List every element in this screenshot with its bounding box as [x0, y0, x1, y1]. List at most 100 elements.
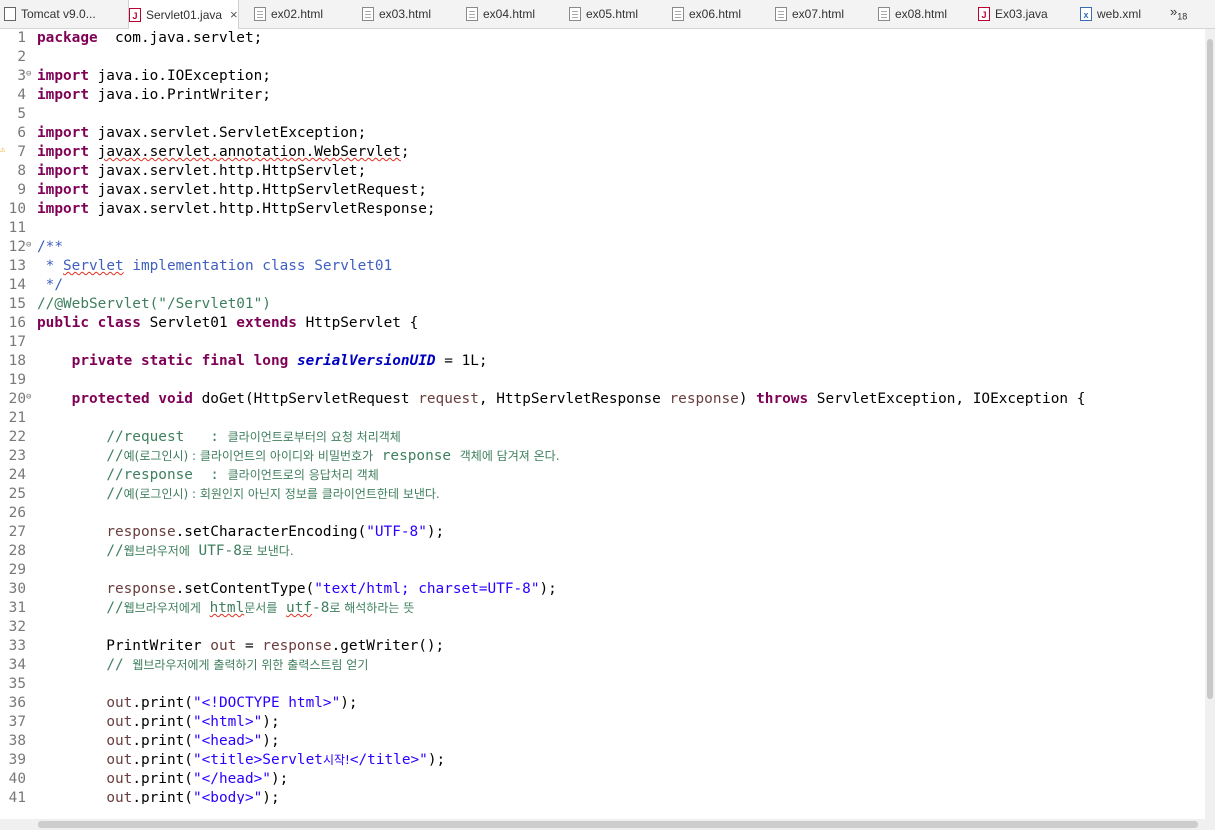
code-token: */	[37, 277, 63, 293]
line-code: out.print("<title>Servlet시작!</title>");	[37, 751, 445, 770]
code-token: , HttpServletResponse	[478, 391, 670, 407]
line-number: 12	[8, 239, 26, 255]
code-line[interactable]: 28 //웹브라우저에 UTF-8로 보낸다.	[0, 542, 1205, 561]
code-line[interactable]: 22 //request : 클라이언트로부터의 요청 처리객체	[0, 428, 1205, 447]
tab-overflow-button[interactable]: »18	[1170, 4, 1187, 22]
code-line[interactable]: 15 //@WebServlet("/Servlet01")	[0, 295, 1205, 314]
line-code: * Servlet implementation class Servlet01	[37, 257, 393, 276]
tab-servlet01-java[interactable]: J Servlet01.java ×	[128, 0, 239, 29]
line-code: /**	[37, 238, 63, 257]
code-line[interactable]: 24 //response : 클라이언트로의 응답처리 객체	[0, 466, 1205, 485]
vertical-scrollbar[interactable]	[1205, 29, 1215, 819]
tab-ex03-html[interactable]: ex03.html	[362, 0, 431, 28]
code-line[interactable]: 13 * Servlet implementation class Servle…	[0, 257, 1205, 276]
horizontal-scrollbar[interactable]	[0, 819, 1215, 830]
warning-icon[interactable]: ⚠	[0, 143, 10, 157]
fold-toggle-icon[interactable]: ⊖	[26, 67, 36, 81]
code-token: )	[738, 391, 757, 407]
code-token: javax.servlet.http.HttpServlet;	[88, 163, 367, 179]
code-line[interactable]: 26	[0, 504, 1205, 523]
tab-ex08-html[interactable]: ex08.html	[878, 0, 947, 28]
code-token: .print(	[132, 771, 193, 787]
code-line[interactable]: 14 */	[0, 276, 1205, 295]
code-line[interactable]: 29	[0, 561, 1205, 580]
tab-ex04-html[interactable]: ex04.html	[466, 0, 535, 28]
code-line[interactable]: 20 ⊖ protected void doGet(HttpServletRequ…	[0, 390, 1205, 409]
code-line[interactable]: 7 ⚠ import javax.servlet.annotation.WebSer…	[0, 143, 1205, 162]
code-line[interactable]: 30 response.setContentType("text/html; c…	[0, 580, 1205, 599]
code-token: </title>"	[349, 752, 428, 768]
tab-ex06-html[interactable]: ex06.html	[672, 0, 741, 28]
code-token: response	[373, 448, 460, 464]
code-line[interactable]: 37 out.print("<html>");	[0, 713, 1205, 732]
line-code: */	[37, 276, 63, 295]
code-token: 객체에 담겨져 온다.	[459, 449, 560, 463]
code-token: final	[201, 353, 245, 369]
code-line[interactable]: 41 out.print("<body>");	[0, 789, 1205, 804]
horizontal-scroll-thumb[interactable]	[38, 821, 1198, 828]
code-line[interactable]: 25 //예(로그인시) : 회원인지 아닌지 정보를 클라이언트한테 보낸다.	[0, 485, 1205, 504]
code-token: );	[262, 714, 280, 730]
code-token: response	[262, 638, 332, 654]
line-number: 27	[8, 524, 26, 540]
code-token: 문서를	[244, 601, 278, 615]
code-line[interactable]: 35	[0, 675, 1205, 694]
code-line[interactable]: 40 out.print("</head>");	[0, 770, 1205, 789]
code-line[interactable]: 32	[0, 618, 1205, 637]
tab-label: ex07.html	[792, 7, 845, 21]
code-token: response	[106, 524, 176, 540]
code-editor[interactable]: 1 package com.java.servlet; 2 3 ⊖ import java…	[0, 29, 1205, 804]
code-line[interactable]: 21	[0, 409, 1205, 428]
code-line[interactable]: 1 package com.java.servlet;	[0, 29, 1205, 48]
code-line[interactable]: 16 public class Servlet01 extends HttpSer…	[0, 314, 1205, 333]
tab-ex05-html[interactable]: ex05.html	[569, 0, 638, 28]
code-line[interactable]: 39 out.print("<title>Servlet시작!</title>"…	[0, 751, 1205, 770]
code-line[interactable]: 18 private static final long serialVersi…	[0, 352, 1205, 371]
code-line[interactable]: 33 PrintWriter out = response.getWriter(…	[0, 637, 1205, 656]
code-line[interactable]: 36 out.print("<!DOCTYPE html>");	[0, 694, 1205, 713]
code-token: utf	[286, 600, 313, 616]
tab-ex07-html[interactable]: ex07.html	[775, 0, 844, 28]
code-line[interactable]: 9 import javax.servlet.http.HttpServletRe…	[0, 181, 1205, 200]
code-line[interactable]: 31 //웹브라우저에게 html문서를 utf-8로 해석하라는 뜻	[0, 599, 1205, 618]
code-token: private	[71, 353, 133, 369]
code-line[interactable]: 5	[0, 105, 1205, 124]
code-token: );	[427, 752, 446, 768]
code-line[interactable]: 2	[0, 48, 1205, 67]
code-line[interactable]: 19	[0, 371, 1205, 390]
tab-ex02-html[interactable]: ex02.html	[254, 0, 323, 28]
code-line[interactable]: 23 //예(로그인시) : 클라이언트의 아이디와 비밀번호가 respons…	[0, 447, 1205, 466]
code-line[interactable]: 38 out.print("<head>");	[0, 732, 1205, 751]
code-line[interactable]: 3 ⊖ import java.io.IOException;	[0, 67, 1205, 86]
code-line[interactable]: 27 response.setCharacterEncoding("UTF-8"…	[0, 523, 1205, 542]
code-token: out	[106, 733, 133, 749]
code-line[interactable]: 8 import javax.servlet.http.HttpServlet;	[0, 162, 1205, 181]
tab-tomcat-v9-0[interactable]: Tomcat v9.0...	[4, 0, 96, 28]
fold-toggle-icon[interactable]: ⊖	[26, 238, 36, 252]
code-line[interactable]: 11	[0, 219, 1205, 238]
tab-ex03-java[interactable]: J Ex03.java	[978, 0, 1048, 28]
fold-toggle-icon[interactable]: ⊖	[26, 390, 36, 404]
code-line[interactable]: 10 import javax.servlet.http.HttpServletR…	[0, 200, 1205, 219]
line-code: import java.io.IOException;	[37, 67, 271, 86]
code-line[interactable]: 12 ⊖/**	[0, 238, 1205, 257]
tab-web-xml[interactable]: x web.xml	[1080, 0, 1141, 28]
code-line[interactable]: 34 // 웹브라우저에게 출력하기 위한 출력스트림 얻기	[0, 656, 1205, 675]
tab-label: ex08.html	[895, 7, 948, 21]
code-line[interactable]: 6 import javax.servlet.ServletException;	[0, 124, 1205, 143]
code-token: class	[97, 315, 141, 331]
code-token: 클라이언트로부터의 요청 처리객체	[227, 430, 401, 444]
vertical-scroll-thumb[interactable]	[1207, 39, 1213, 699]
line-number: 35	[8, 676, 26, 692]
code-line[interactable]: 17	[0, 333, 1205, 352]
close-tab-icon[interactable]: ×	[230, 7, 238, 22]
line-number: 32	[8, 619, 26, 635]
code-token: "text/html; charset=UTF-8"	[314, 581, 540, 597]
code-line[interactable]: 4 import java.io.PrintWriter;	[0, 86, 1205, 105]
tab-label: ex06.html	[689, 7, 742, 21]
